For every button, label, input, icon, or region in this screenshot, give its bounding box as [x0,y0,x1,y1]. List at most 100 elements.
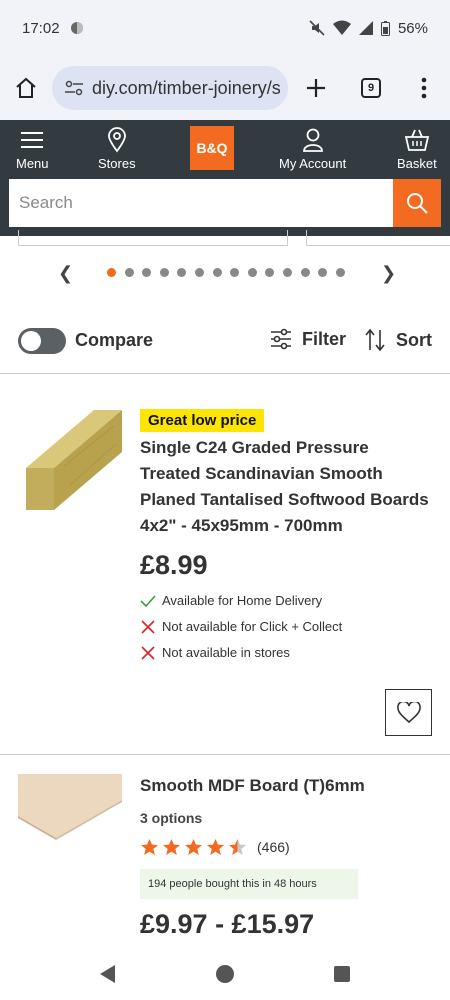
hamburger-icon [19,126,45,154]
product-price: £8.99 [140,550,208,580]
location-pin-icon [107,126,127,154]
carousel-dot[interactable] [212,268,222,277]
address-bar[interactable]: diy.com/timber-joinery/s [52,66,288,110]
carousel-pagination: ❮ ❯ [0,263,450,283]
carousel-card[interactable] [306,230,450,246]
search-input[interactable] [9,179,393,227]
sort-button[interactable]: Sort [364,328,432,352]
product-options[interactable]: 3 options [140,810,202,826]
carousel-dot[interactable] [195,268,204,277]
carousel-dot[interactable] [300,268,310,277]
carousel-dot[interactable] [265,268,275,277]
basket-icon [404,126,430,154]
carousel-dot[interactable] [177,268,187,277]
carousel-dot[interactable] [230,268,240,277]
search-icon [407,193,428,214]
sort-icon [365,328,385,352]
status-time: 17:02 [22,19,60,37]
results-toolbar: Compare Filter Sort [0,318,450,362]
signal-icon [358,21,373,35]
carousel-prev-icon[interactable]: ❮ [58,263,73,284]
availability-text: Not available for Click + Collect [162,619,343,634]
product-title[interactable]: Single C24 Graded Pressure Treated Scand… [140,435,429,539]
person-icon [302,126,324,154]
star-icon [228,838,247,856]
availability-click-collect: Not available for Click + Collect [140,619,342,634]
star-icon [140,838,159,856]
search-bar [9,179,441,227]
carousel-dot[interactable] [318,268,328,277]
wishlist-button[interactable] [385,689,432,736]
carousel-dot[interactable] [335,268,345,277]
carousel-dot[interactable] [142,268,152,277]
product-image-mdf[interactable] [16,772,124,840]
menu-label: Menu [16,156,49,171]
star-icon [206,838,225,856]
compare-toggle[interactable] [18,328,66,354]
product-title-line: Single C24 Graded Pressure [140,438,369,457]
status-bar: 17:02 56% [0,0,450,56]
carousel-track [0,230,450,250]
stores-button[interactable]: Stores [98,126,136,171]
cross-icon [141,619,155,634]
tab-count: 9 [361,78,381,98]
my-account-label: My Account [279,156,347,171]
site-header: Menu Stores B&Q My Account Basket [0,120,450,236]
carousel-dot[interactable] [124,268,134,277]
my-account-button[interactable]: My Account [279,126,346,171]
mute-icon [309,20,325,36]
new-tab-icon[interactable] [300,72,332,104]
search-button[interactable] [393,179,441,227]
availability-home-delivery: Available for Home Delivery [140,593,322,608]
star-icon [184,838,203,856]
basket-label: Basket [397,156,437,171]
stores-label: Stores [98,156,136,171]
rating-stars [140,838,247,856]
divider [0,754,450,755]
system-nav-bar [0,950,450,1000]
back-icon[interactable] [99,964,117,984]
filter-button[interactable]: Filter [270,328,346,350]
product-image-timber[interactable] [24,406,124,512]
overflow-menu-icon[interactable] [408,72,440,104]
great-low-price-badge: Great low price [140,409,265,432]
availability-text: Not available in stores [162,645,290,660]
recents-icon[interactable] [333,965,351,983]
filter-icon [271,328,291,350]
toggle-knob [21,331,41,351]
availability-in-store: Not available in stores [140,645,290,660]
tab-switcher-button[interactable]: 9 [355,72,387,104]
filter-label: Filter [302,328,347,349]
product-title-line: 4x2" - 45x95mm - 700mm [140,516,343,535]
site-settings-icon[interactable] [64,80,84,96]
browser-toolbar: diy.com/timber-joinery/s 9 [0,56,450,120]
carousel-dot[interactable] [159,268,169,277]
carousel-dot[interactable] [283,268,292,277]
bq-logo[interactable]: B&Q [190,126,234,170]
compare-label: Compare [75,330,154,350]
menu-button[interactable]: Menu [16,126,49,171]
url-text: diy.com/timber-joinery/s [92,77,281,98]
star-icon [162,838,181,856]
carousel-card[interactable] [18,230,288,246]
product-rating[interactable]: (466) [140,838,290,856]
battery-level: 56% [397,19,428,37]
carousel-dot[interactable] [107,268,116,277]
product-title-line: Planed Tantalised Softwood Boards [140,490,429,509]
heart-icon [396,701,421,723]
cross-icon [141,645,155,660]
carousel-dot[interactable] [247,268,257,277]
review-count: (466) [257,839,290,855]
home-nav-icon[interactable] [215,964,235,984]
sync-status-icon [70,22,83,34]
product-price: £9.97 - £15.97 [140,909,315,939]
bought-note: 194 people bought this in 48 hours [140,869,358,899]
carousel-next-icon[interactable]: ❯ [381,263,396,284]
basket-button[interactable]: Basket [397,126,437,171]
product-title[interactable]: Smooth MDF Board (T)6mm [140,773,365,799]
battery-icon [380,20,390,36]
sort-label: Sort [396,329,432,350]
home-icon[interactable] [10,72,42,104]
divider [0,373,450,374]
check-icon [140,594,156,607]
